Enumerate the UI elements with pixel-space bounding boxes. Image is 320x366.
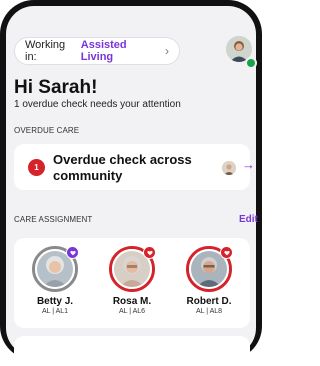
overdue-card-title: Overdue check across community xyxy=(53,152,192,183)
context-value: Assisted Living xyxy=(80,39,127,63)
chevron-right-icon: › xyxy=(165,44,169,58)
assignment-section-label: CARE ASSIGNMENT xyxy=(14,215,93,224)
overdue-care-card[interactable]: 1 Overdue check across community → xyxy=(14,144,255,190)
overdue-count-badge: 1 xyxy=(28,159,45,176)
context-selector[interactable]: Working in: Assisted Living › xyxy=(14,37,180,65)
resident-photo xyxy=(32,246,79,292)
resident-name: Rosa M. xyxy=(112,296,152,307)
resident-location: AL | AL1 xyxy=(41,308,69,315)
resident-name: Robert D. xyxy=(186,296,232,307)
resident-card[interactable]: Betty J. AL | AL1 xyxy=(20,246,90,315)
heart-icon xyxy=(220,246,233,259)
resident-name: Betty J. xyxy=(36,296,74,307)
arrow-right-icon: → xyxy=(242,157,255,172)
overdue-section-label: OVERDUE CARE xyxy=(14,126,80,135)
heart-icon xyxy=(66,246,79,259)
next-section-card xyxy=(14,336,250,366)
online-status-dot xyxy=(245,57,257,69)
resident-card[interactable]: Robert D. AL | AL8 xyxy=(174,246,244,315)
context-label: Working in: xyxy=(25,39,66,63)
edit-assignment-button[interactable]: Edit xyxy=(239,214,258,225)
attention-summary: 1 overdue check needs your attention xyxy=(14,99,181,110)
care-assignment-card: Betty J. AL | AL1 Rosa M. AL | AL6 Rober… xyxy=(14,238,250,328)
resident-photo xyxy=(186,246,233,292)
resident-card[interactable]: Rosa M. AL | AL6 xyxy=(97,246,167,315)
heart-icon xyxy=(143,246,156,259)
resident-location: AL | AL6 xyxy=(118,308,146,315)
resident-photo xyxy=(109,246,156,292)
staff-avatar xyxy=(222,161,236,175)
resident-location: AL | AL8 xyxy=(195,308,223,315)
page-title: Hi Sarah! xyxy=(14,77,98,98)
